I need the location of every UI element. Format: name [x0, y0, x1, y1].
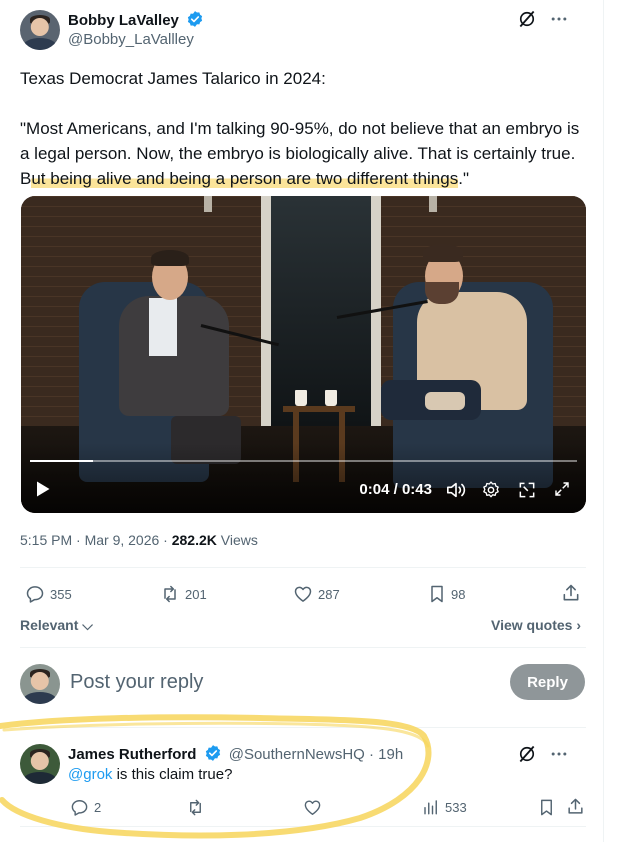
analytics-icon — [424, 800, 437, 815]
chevron-right-icon: › — [576, 617, 581, 633]
post-text-quote: "Most Americans, and I'm talking 90-95%,… — [20, 119, 580, 188]
post-timestamp[interactable]: 5:15 PM · Mar 9, 2026 · 282.2K Views — [20, 532, 258, 548]
chevron-down-icon: ⌵ — [82, 617, 93, 633]
grok-icon[interactable] — [517, 9, 537, 29]
reply-bubble-icon — [71, 800, 88, 816]
reply-author-name[interactable]: James Rutherford — [68, 746, 196, 763]
reply-input[interactable]: Post your reply — [70, 671, 203, 694]
reply-author-handle[interactable]: @SouthernNewsHQ · 19h — [229, 746, 403, 763]
bookmark-icon — [541, 799, 552, 816]
reply-bubble-icon — [26, 586, 44, 603]
video-duration: 0:43 — [401, 481, 432, 498]
repost-icon — [164, 585, 176, 603]
play-icon[interactable] — [35, 480, 51, 498]
reply-action[interactable]: 355 — [25, 584, 72, 604]
sort-dropdown[interactable]: Relevant ⌵ — [20, 617, 93, 634]
bookmark-action[interactable]: 98 — [428, 584, 465, 604]
repost-action[interactable]: 201 — [160, 584, 207, 604]
volume-icon[interactable] — [445, 480, 467, 500]
more-options-icon[interactable] — [549, 9, 569, 29]
video-progress-bar[interactable] — [30, 460, 577, 462]
like-action[interactable]: 287 — [293, 584, 340, 604]
share-icon — [568, 798, 583, 814]
reply-views-count: 533 — [445, 799, 467, 815]
video-current-time: 0:04 — [359, 481, 390, 498]
grok-icon[interactable] — [517, 744, 537, 764]
post-header-actions — [517, 9, 569, 29]
author-name-row[interactable]: Bobby LaValley — [68, 10, 204, 32]
share-icon — [563, 584, 579, 601]
like-count: 287 — [318, 586, 340, 602]
share-action[interactable] — [561, 583, 581, 603]
author-name[interactable]: Bobby LaValley — [68, 12, 179, 29]
bookmark-count: 98 — [451, 586, 466, 602]
reply-count: 355 — [50, 586, 72, 602]
bookmark-icon — [431, 585, 443, 603]
heart-icon — [294, 586, 312, 602]
reply-bookmark-action[interactable] — [538, 798, 555, 817]
post-text-intro: Texas Democrat James Talarico in 2024: — [20, 69, 326, 88]
reply-author-row[interactable]: James Rutherford @SouthernNewsHQ · 19h — [68, 744, 403, 766]
reply-author-avatar[interactable] — [20, 744, 60, 784]
post-text: Texas Democrat James Talarico in 2024: "… — [20, 66, 592, 191]
divider — [20, 567, 586, 568]
video-time: 0:04 / 0:43 — [359, 481, 432, 498]
view-quotes-link[interactable]: View quotes › — [491, 617, 581, 633]
reply-button[interactable]: Reply — [510, 664, 585, 700]
repost-count: 201 — [185, 586, 207, 602]
video-progress-fill — [30, 460, 93, 462]
author-avatar[interactable] — [20, 10, 60, 50]
reply-reply-count: 2 — [94, 800, 102, 815]
repost-icon — [190, 799, 201, 816]
reply-like-action[interactable] — [303, 798, 322, 817]
divider — [20, 727, 586, 728]
settings-gear-icon[interactable] — [481, 480, 501, 500]
heart-icon — [304, 800, 321, 815]
divider — [20, 647, 586, 648]
author-handle[interactable]: @Bobby_LaVallley — [68, 31, 194, 48]
reply-repost-action[interactable] — [186, 798, 205, 817]
more-options-icon[interactable] — [549, 744, 569, 764]
post-detail-column: Bobby LaValley @Bobby_LaVallley Texas De… — [0, 0, 604, 842]
reply-views-action[interactable]: 533 — [422, 798, 467, 816]
reply-share-action[interactable] — [566, 797, 585, 816]
divider — [20, 826, 586, 827]
verified-badge-icon — [204, 744, 222, 766]
video-player[interactable]: 0:04 / 0:43 — [21, 196, 586, 513]
reply-header-actions — [517, 744, 569, 764]
reply-reply-action[interactable]: 2 — [70, 798, 101, 817]
reply-text: @grok is this claim true? — [68, 766, 233, 783]
fullscreen-icon[interactable] — [553, 480, 571, 498]
verified-badge-icon — [186, 10, 204, 32]
views-count: 282.2K — [171, 532, 217, 548]
current-user-avatar[interactable] — [20, 664, 60, 704]
grok-mention-link[interactable]: @grok — [68, 766, 112, 783]
highlighted-phrase: ut being alive and being a person are tw… — [31, 169, 459, 188]
picture-in-picture-icon[interactable] — [517, 480, 537, 500]
